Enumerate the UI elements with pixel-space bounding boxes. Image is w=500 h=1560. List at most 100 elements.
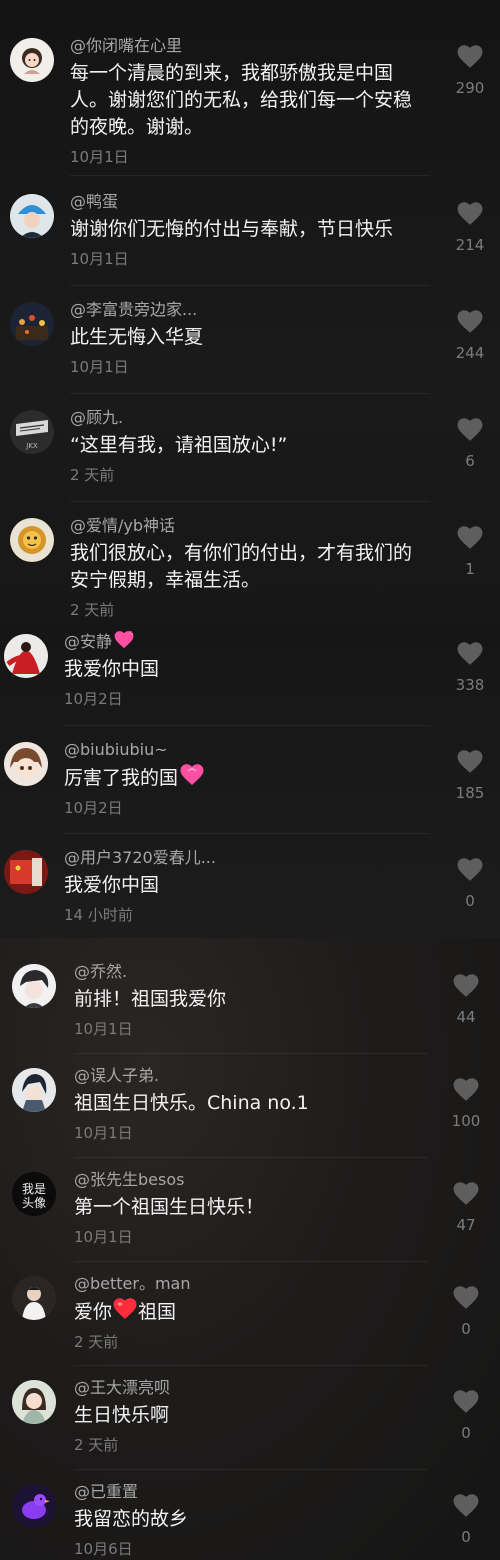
- comment-body: @better。man 爱你 祖国 2 天前: [74, 1273, 430, 1352]
- comment-username[interactable]: @爱情/yb神话: [70, 515, 430, 537]
- comment-text: 此生无悔入华夏: [70, 326, 204, 348]
- comment-username[interactable]: @乔然.: [74, 961, 430, 983]
- calligraphy-avatar[interactable]: 我是 头像: [12, 1172, 56, 1216]
- heart-icon: [453, 1182, 479, 1205]
- divider: [70, 393, 430, 394]
- comment-time: 10月1日: [74, 1228, 133, 1246]
- comment-text: 谢谢你们无悔的付出与奉献，节日快乐: [70, 218, 394, 240]
- pink-heart-emoji-icon: [114, 631, 134, 649]
- comment-username[interactable]: @李富贵旁边家...: [70, 299, 430, 321]
- like-button[interactable]: 1: [440, 526, 500, 578]
- night-lights-avatar[interactable]: [10, 302, 54, 346]
- divider: [70, 501, 430, 502]
- like-count: 214: [455, 236, 485, 254]
- like-button[interactable]: 290: [440, 45, 500, 97]
- comment-item: @王大漂亮呗 生日快乐啊 2 天前 0: [0, 1374, 500, 1470]
- divider: [70, 285, 430, 286]
- comment-text: “这里有我，请祖国放心!”: [70, 434, 288, 456]
- heart-icon: [457, 310, 483, 333]
- comment-body: @张先生besos 第一个祖国生日快乐！ 10月1日: [74, 1169, 430, 1247]
- comment-username[interactable]: @better。man: [74, 1273, 430, 1295]
- like-button[interactable]: 0: [436, 1494, 496, 1546]
- red-dress-avatar[interactable]: [4, 634, 48, 678]
- anime-swordsman-avatar[interactable]: [12, 1068, 56, 1112]
- comment-body: @李富贵旁边家... 此生无悔入华夏 10月1日: [70, 299, 430, 377]
- comment-item: @乔然. 前排！祖国我爱你 10月1日 44: [0, 958, 500, 1054]
- divider: [70, 175, 430, 176]
- heart-icon: [457, 45, 483, 68]
- svg-text:头像: 头像: [22, 1196, 46, 1210]
- comment-time: 10月6日: [74, 1540, 133, 1558]
- like-count: 100: [451, 1112, 481, 1130]
- like-button[interactable]: 44: [436, 974, 496, 1026]
- golden-mask-avatar[interactable]: [10, 518, 54, 562]
- flag-avatar[interactable]: [4, 850, 48, 894]
- comment-item: JKX @顾九. “这里有我，请祖国放心!” 2 天前 6: [0, 402, 500, 502]
- comment-item: @better。man 爱你 祖国 2 天前 0: [0, 1270, 500, 1366]
- comment-item: @误人子弟. 祖国生日快乐。China no.1 10月1日 100: [0, 1062, 500, 1158]
- heart-icon: [453, 1390, 479, 1413]
- comment-text-before: 爱你: [74, 1301, 113, 1323]
- like-button[interactable]: 214: [440, 202, 500, 254]
- comment-text-row: 厉害了我的国: [64, 764, 430, 792]
- comment-username[interactable]: @王大漂亮呗: [74, 1377, 430, 1399]
- divider: [64, 833, 430, 834]
- svg-text:我是: 我是: [22, 1182, 46, 1196]
- cartoon-girl-avatar[interactable]: [10, 38, 54, 82]
- dark-sketch-avatar[interactable]: JKX: [10, 410, 54, 454]
- comment-username[interactable]: @误人子弟.: [74, 1065, 430, 1087]
- comment-time: 2 天前: [70, 601, 115, 619]
- comment-item: @李富贵旁边家... 此生无悔入华夏 10月1日 244: [0, 294, 500, 394]
- comment-time: 10月2日: [64, 690, 123, 708]
- divider: [74, 1261, 428, 1262]
- comment-item: @biubiubiu~ 厉害了我的国 10月2日 185: [0, 734, 500, 834]
- comment-username[interactable]: @你闭嘴在心里: [70, 35, 430, 57]
- woman-photo-avatar[interactable]: [12, 1380, 56, 1424]
- svg-text:JKX: JKX: [25, 442, 38, 450]
- like-button[interactable]: 0: [436, 1390, 496, 1442]
- comment-feed: @你闭嘴在心里 每一个清晨的到来，我都骄傲我是中国人。谢谢您们的无私，给我们每一…: [0, 0, 500, 1560]
- comment-username[interactable]: @鸭蛋: [70, 191, 430, 213]
- comment-body: @误人子弟. 祖国生日快乐。China no.1 10月1日: [74, 1065, 430, 1143]
- like-count: 185: [455, 784, 485, 802]
- comment-username[interactable]: @顾九.: [70, 407, 430, 429]
- comment-body: @安静 我爱你中国 10月2日: [64, 631, 430, 709]
- anime-boy-avatar[interactable]: [12, 964, 56, 1008]
- like-button[interactable]: 0: [436, 1286, 496, 1338]
- comment-username[interactable]: @已重置: [74, 1481, 430, 1503]
- comment-body: @鸭蛋 谢谢你们无悔的付出与奉献，节日快乐 10月1日: [70, 191, 430, 269]
- comment-username[interactable]: @用户3720爱春儿...: [64, 847, 430, 869]
- comment-time: 10月2日: [64, 799, 123, 817]
- comment-text: 我们很放心，有你们的付出，才有我们的安宁假期，幸福生活。: [70, 542, 413, 591]
- man-photo-avatar[interactable]: [12, 1276, 56, 1320]
- comment-item: @爱情/yb神话 我们很放心，有你们的付出，才有我们的安宁假期，幸福生活。 2 …: [0, 510, 500, 622]
- like-count: 0: [461, 1528, 471, 1546]
- comment-item: @已重置 我留恋的故乡 10月6日 0: [0, 1478, 500, 1560]
- comment-item: 我是 头像 @张先生besos 第一个祖国生日快乐！ 10月1日 47: [0, 1166, 500, 1262]
- comment-username[interactable]: @张先生besos: [74, 1169, 430, 1191]
- blue-hat-avatar[interactable]: [10, 194, 54, 238]
- comment-time: 14 小时前: [64, 906, 133, 924]
- pink-heart-emoji-icon: [180, 764, 204, 785]
- like-button[interactable]: 6: [440, 418, 500, 470]
- like-button[interactable]: 244: [440, 310, 500, 362]
- heart-icon: [453, 1078, 479, 1101]
- like-button[interactable]: 185: [440, 750, 500, 802]
- like-button[interactable]: 100: [436, 1078, 496, 1130]
- like-count: 6: [465, 452, 475, 470]
- anime-girl-avatar[interactable]: [4, 742, 48, 786]
- comment-text: 厉害了我的国: [64, 767, 179, 789]
- like-button[interactable]: 47: [436, 1182, 496, 1234]
- heart-icon: [457, 202, 483, 225]
- purple-duck-avatar[interactable]: [12, 1484, 56, 1528]
- comment-text: 第一个祖国生日快乐！: [74, 1196, 265, 1218]
- comment-username[interactable]: @biubiubiu~: [64, 739, 430, 761]
- comment-username-row: @安静: [64, 631, 430, 653]
- comment-time: 2 天前: [74, 1333, 119, 1351]
- like-count: 44: [456, 1008, 476, 1026]
- like-button[interactable]: 0: [440, 858, 500, 910]
- comment-text-after: 祖国: [138, 1301, 177, 1323]
- comment-username[interactable]: @安静: [64, 632, 112, 651]
- like-button[interactable]: 338: [440, 642, 500, 694]
- like-count: 0: [461, 1424, 471, 1442]
